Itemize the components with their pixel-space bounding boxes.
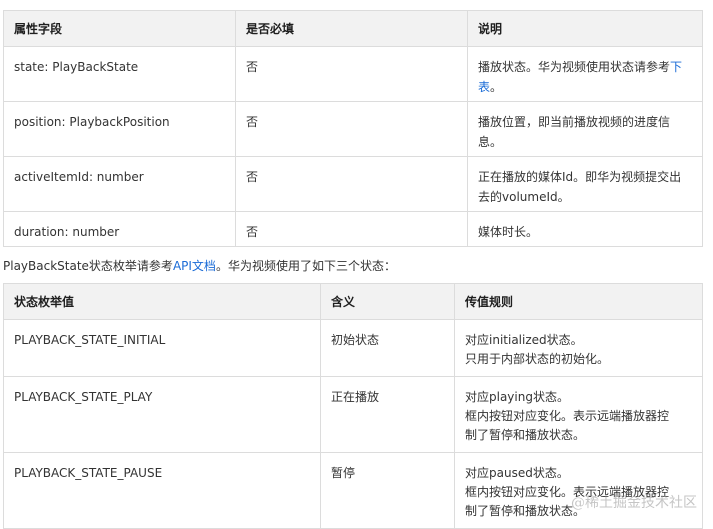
rules-cell: 对应playing状态。 框内按钮对应变化。表示远端播放器控 制了暂停和播放状态… [454, 376, 703, 453]
meaning-cell: 初始状态 [320, 319, 455, 377]
header-description: 说明 [467, 10, 703, 47]
enum-value-cell: PLAYBACK_STATE_PLAY [3, 376, 321, 453]
description-tail: 。 [490, 80, 503, 94]
header-rules: 传值规则 [454, 283, 703, 320]
required-cell: 否 [235, 211, 468, 247]
enum-value-cell: PLAYBACK_STATE_PAUSE [3, 452, 321, 529]
meaning-cell: 正在播放 [320, 376, 455, 453]
table-row: state: PlayBackState 否 播放状态。华为视频使用状态请参考下… [3, 46, 703, 102]
description-cell: 播放位置，即当前播放视频的进度信息。 [467, 101, 703, 157]
table-row: position: PlaybackPosition 否 播放位置，即当前播放视… [3, 101, 703, 157]
field-cell: state: PlayBackState [3, 46, 236, 102]
rule-line: 对应playing状态。 [465, 390, 569, 404]
header-field: 属性字段 [3, 10, 236, 47]
rule-line: 对应paused状态。 [465, 466, 569, 480]
table-row: activeItemId: number 否 正在播放的媒体Id。即华为视频提交… [3, 156, 703, 212]
rule-line: 框内按钮对应变化。表示远端播放器控 [465, 409, 670, 423]
properties-table: 属性字段 是否必填 说明 state: PlayBackState 否 播放状态… [3, 10, 703, 247]
header-enum-value: 状态枚举值 [3, 283, 321, 320]
table-row: PLAYBACK_STATE_PLAY 正在播放 对应playing状态。 框内… [3, 376, 703, 453]
required-cell: 否 [235, 156, 468, 212]
table-header-row: 状态枚举值 含义 传值规则 [3, 283, 703, 320]
rule-line: 对应initialized状态。 [465, 333, 583, 347]
header-required: 是否必填 [235, 10, 468, 47]
intro-paragraph: PlayBackState状态枚举请参考API文档。华为视频使用了如下三个状态： [3, 256, 396, 276]
api-doc-link[interactable]: API文档 [173, 259, 216, 273]
field-cell: position: PlaybackPosition [3, 101, 236, 157]
field-cell: activeItemId: number [3, 156, 236, 212]
rules-cell: 对应initialized状态。 只用于内部状态的初始化。 [454, 319, 703, 377]
meaning-cell: 暂停 [320, 452, 455, 529]
rule-line: 制了暂停和播放状态。 [465, 428, 586, 442]
required-cell: 否 [235, 46, 468, 102]
rules-cell: 对应paused状态。 框内按钮对应变化。表示远端播放器控 制了暂停和播放状态。 [454, 452, 703, 529]
required-cell: 否 [235, 101, 468, 157]
intro-text: PlayBackState状态枚举请参考 [3, 259, 173, 273]
description-cell: 播放状态。华为视频使用状态请参考下表。 [467, 46, 703, 102]
intro-tail: 。华为视频使用了如下三个状态： [215, 259, 396, 273]
watermark: @稀土掘金技术社区 [571, 495, 697, 511]
description-cell: 正在播放的媒体Id。即华为视频提交出去的volumeId。 [467, 156, 703, 212]
table-row: PLAYBACK_STATE_PAUSE 暂停 对应paused状态。 框内按钮… [3, 452, 703, 529]
field-cell: duration: number [3, 211, 236, 247]
table-header-row: 属性字段 是否必填 说明 [3, 10, 703, 47]
table-row: duration: number 否 媒体时长。 [3, 211, 703, 247]
description-cell: 媒体时长。 [467, 211, 703, 247]
header-meaning: 含义 [320, 283, 455, 320]
rule-line: 只用于内部状态的初始化。 [465, 352, 610, 366]
enum-value-cell: PLAYBACK_STATE_INITIAL [3, 319, 321, 377]
table-row: PLAYBACK_STATE_INITIAL 初始状态 对应initialize… [3, 319, 703, 377]
description-text: 播放状态。华为视频使用状态请参考 [478, 60, 671, 74]
